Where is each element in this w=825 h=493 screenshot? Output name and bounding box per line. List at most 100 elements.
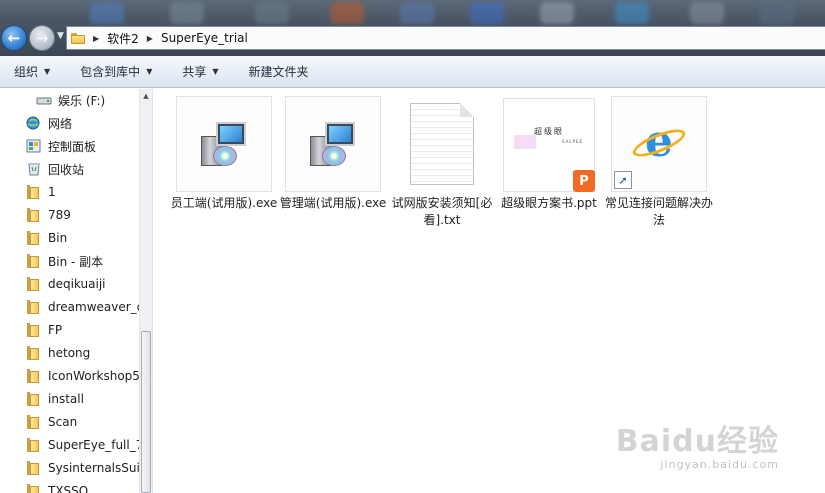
watermark: Baidu经验 jingyan.baidu.com <box>616 416 779 471</box>
recycle-bin-icon <box>26 162 42 176</box>
chevron-down-icon: ▼ <box>146 67 153 76</box>
folder-icon <box>26 415 42 429</box>
nav-item-folder[interactable]: IconWorkshop5 <box>26 365 140 387</box>
ppt-thumbnail-title: 超级眼 <box>534 127 564 136</box>
folder-icon <box>26 300 42 314</box>
folder-icon <box>26 438 42 452</box>
file-name: 管理端(试用版).exe <box>279 196 387 210</box>
ppt-thumbnail-subtitle: SALPEE <box>562 139 584 144</box>
nav-item-folder[interactable]: Bin - 副本 <box>26 250 103 272</box>
file-item-proposal-ppt[interactable]: 超级眼 SALPEE P 超级眼方案书.ppt <box>494 96 604 212</box>
file-name: 试网版安装须知[必看].txt <box>391 196 493 227</box>
blurred-desktop-icon <box>690 2 724 24</box>
forward-button[interactable]: → <box>29 25 55 51</box>
file-thumbnail <box>285 96 381 192</box>
setup-icon <box>308 122 358 166</box>
blurred-desktop-icon <box>170 2 204 24</box>
folder-icon <box>26 323 42 337</box>
watermark-brand: Baidu经验 <box>615 424 779 459</box>
nav-item-folder[interactable]: FP <box>26 319 62 341</box>
include-in-library-label: 包含到库中 <box>80 65 141 79</box>
organize-button[interactable]: 组织 ▼ <box>14 63 50 80</box>
nav-scrollbar[interactable]: ▲ <box>139 89 152 493</box>
nav-item-drive-f[interactable]: 娱乐 (F:) <box>36 89 105 111</box>
blurred-desktop-icon <box>255 2 289 24</box>
folder-icon <box>26 254 42 268</box>
internet-explorer-icon: e <box>629 120 689 166</box>
file-name: 常见连接问题解决办法 <box>604 196 713 227</box>
folder-icon <box>26 231 42 245</box>
breadcrumb-separator-icon[interactable]: ▶ <box>93 34 99 43</box>
nav-item-folder[interactable]: SysinternalsSuit <box>26 457 140 479</box>
breadcrumb-separator-icon[interactable]: ▶ <box>147 34 153 43</box>
folder-icon <box>26 277 42 291</box>
file-item-connection-help-shortcut[interactable]: e ➚ 常见连接问题解决办法 <box>604 96 714 229</box>
address-bar[interactable]: ▶ 软件2 ▶ SuperEye_trial <box>66 26 825 50</box>
blurred-desktop-icon <box>760 2 794 24</box>
blurred-desktop-icon <box>90 2 124 24</box>
nav-item-control-panel[interactable]: 控制面板 <box>26 135 96 157</box>
folder-icon <box>26 208 42 222</box>
command-bar: 组织 ▼ 包含到库中 ▼ 共享 ▼ 新建文件夹 <box>0 56 825 88</box>
file-thumbnail: e ➚ <box>611 96 707 192</box>
include-in-library-button[interactable]: 包含到库中 ▼ <box>80 63 152 80</box>
shortcut-arrow-icon: ➚ <box>614 171 632 189</box>
folder-icon <box>26 185 42 199</box>
nav-item-folder[interactable]: 789 <box>26 204 71 226</box>
breadcrumb-item[interactable]: 软件2 <box>107 30 139 47</box>
text-file-icon <box>410 103 474 185</box>
file-thumbnail <box>176 96 272 192</box>
nav-item-recycle-bin[interactable]: 回收站 <box>26 158 84 180</box>
file-item-manager-exe[interactable]: 管理端(试用版).exe <box>278 96 388 212</box>
powerpoint-icon: 超级眼 SALPEE P <box>503 98 595 192</box>
chevron-down-icon: ▼ <box>57 31 64 41</box>
nav-item-folder[interactable]: dreamweaver_c <box>26 296 140 318</box>
file-item-install-notes-txt[interactable]: 试网版安装须知[必看].txt <box>387 96 497 229</box>
watermark-url: jingyan.baidu.com <box>660 458 779 471</box>
nav-item-folder[interactable]: deqikuaiji <box>26 273 106 295</box>
scroll-up-icon[interactable]: ▲ <box>140 89 152 103</box>
recent-pages-button[interactable]: ▼ <box>57 31 64 41</box>
nav-item-folder[interactable]: SuperEye_full_7 <box>26 434 140 456</box>
ppt-thumbnail-decoration <box>514 135 536 149</box>
nav-item-folder[interactable]: Scan <box>26 411 77 433</box>
control-panel-icon <box>26 139 42 153</box>
breadcrumb-item-current[interactable]: SuperEye_trial <box>161 31 248 45</box>
nav-item-folder[interactable]: hetong <box>26 342 90 364</box>
drive-icon <box>36 93 52 107</box>
folder-icon <box>26 392 42 406</box>
file-item-employee-exe[interactable]: 员工端(试用版).exe <box>169 96 279 212</box>
nav-item-folder[interactable]: Bin <box>26 227 67 249</box>
file-list[interactable]: 员工端(试用版).exe 管理端(试用版).exe 试网版安装须知[必看].tx… <box>154 89 825 493</box>
share-button[interactable]: 共享 ▼ <box>182 63 218 80</box>
scroll-thumb[interactable] <box>141 331 151 493</box>
share-label: 共享 <box>182 65 207 79</box>
chevron-down-icon: ▼ <box>44 67 51 76</box>
file-name: 员工端(试用版).exe <box>170 196 278 210</box>
file-name: 超级眼方案书.ppt <box>501 196 597 210</box>
folder-icon <box>26 484 42 493</box>
back-button[interactable]: ← <box>1 25 27 51</box>
blurred-desktop-icon <box>470 2 504 24</box>
navigation-pane[interactable]: 娱乐 (F:) 网络 控制面板 回收站 1 789 Bin Bin - 副本 d… <box>0 89 153 493</box>
new-folder-button[interactable]: 新建文件夹 <box>249 63 309 80</box>
nav-item-folder[interactable]: install <box>26 388 84 410</box>
powerpoint-badge-icon: P <box>573 170 595 192</box>
nav-item-folder[interactable]: 1 <box>26 181 56 203</box>
folder-icon <box>26 346 42 360</box>
file-thumbnail <box>394 96 490 192</box>
blurred-desktop-icon <box>400 2 434 24</box>
chevron-down-icon: ▼ <box>212 67 219 76</box>
folder-icon <box>71 32 85 44</box>
network-icon <box>26 116 42 130</box>
folder-icon <box>26 369 42 383</box>
setup-icon <box>199 122 249 166</box>
organize-label: 组织 <box>14 65 39 79</box>
nav-item-network[interactable]: 网络 <box>26 112 72 134</box>
arrow-right-icon: → <box>35 28 49 47</box>
new-folder-label: 新建文件夹 <box>248 65 309 79</box>
nav-item-folder[interactable]: TXSSO <box>26 480 88 493</box>
title-bar: ← → ▼ ▶ 软件2 ▶ SuperEye_trial <box>0 0 825 56</box>
blurred-desktop-icon <box>540 2 574 24</box>
blurred-desktop-icon <box>615 2 649 24</box>
